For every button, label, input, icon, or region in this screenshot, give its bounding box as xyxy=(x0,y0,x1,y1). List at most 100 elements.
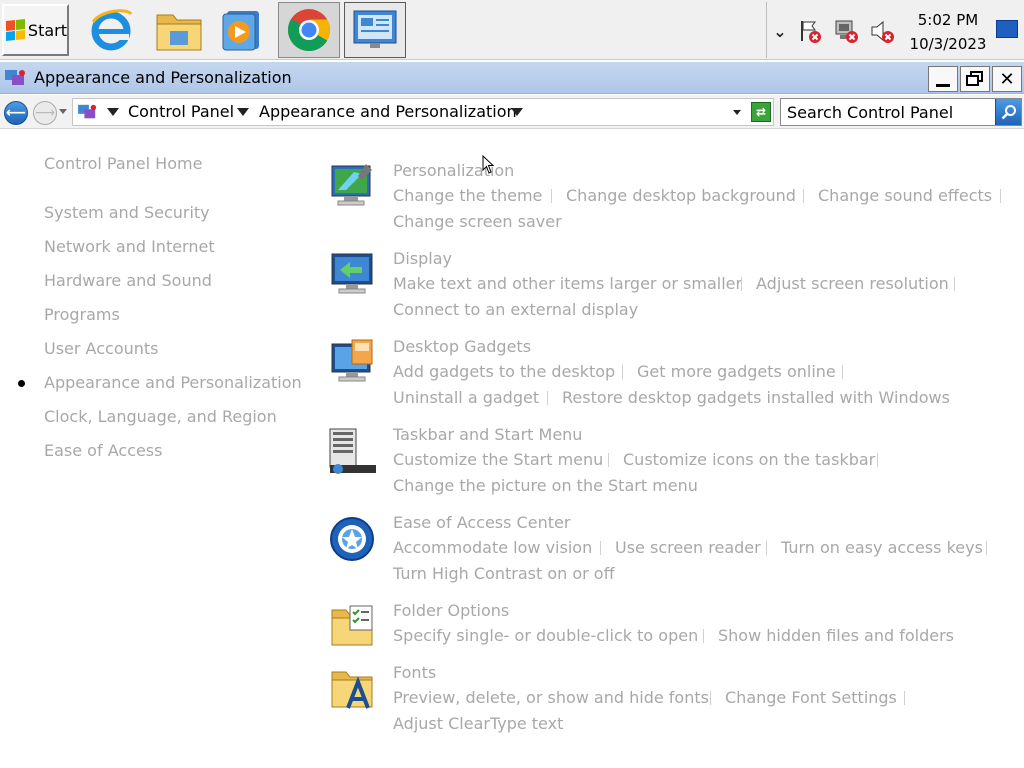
folder-icon xyxy=(156,14,202,51)
window-title-bar[interactable]: Appearance and Personalization ✕ xyxy=(0,62,1024,94)
link-separator xyxy=(710,691,711,705)
control-panel-taskbar-button[interactable] xyxy=(344,2,406,58)
show-hidden-icons-button[interactable]: ⌄ xyxy=(767,18,793,44)
link-restore-desktop-gadgets[interactable]: Restore desktop gadgets installed with W… xyxy=(562,388,950,407)
link-customize-start-menu[interactable]: Customize the Start menu xyxy=(393,450,603,469)
breadcrumb-control-panel[interactable]: Control Panel xyxy=(128,102,234,121)
link-single-or-double-click[interactable]: Specify single- or double-click to open xyxy=(393,626,698,645)
ease-of-access-center-title[interactable]: Ease of Access Center xyxy=(393,513,570,532)
link-change-start-menu-picture[interactable]: Change the picture on the Start menu xyxy=(393,476,698,495)
network-disconnected-icon xyxy=(835,20,858,43)
fonts-title[interactable]: Fonts xyxy=(393,663,436,682)
link-adjust-cleartype-text[interactable]: Adjust ClearType text xyxy=(393,714,563,733)
link-change-sound-effects[interactable]: Change sound effects xyxy=(818,186,992,205)
show-desktop-button[interactable] xyxy=(996,20,1018,38)
personalization-title[interactable]: Personalization xyxy=(393,161,514,180)
link-turn-on-easy-access-keys[interactable]: Turn on easy access keys xyxy=(781,538,983,557)
link-get-more-gadgets-online[interactable]: Get more gadgets online xyxy=(637,362,836,381)
nav-appearance-and-personalization[interactable]: Appearance and Personalization xyxy=(44,373,302,392)
nav-ease-of-access[interactable]: Ease of Access xyxy=(44,441,162,460)
breadcrumb-control-panel-arrow-icon[interactable] xyxy=(237,108,249,116)
search-button[interactable] xyxy=(995,99,1021,125)
restore-icon xyxy=(966,71,983,86)
forward-button[interactable]: ⟶ xyxy=(33,101,57,125)
minimize-icon xyxy=(936,83,950,87)
search-input[interactable] xyxy=(787,101,993,123)
link-accommodate-low-vision[interactable]: Accommodate low vision xyxy=(393,538,592,557)
chrome-taskbar-button[interactable] xyxy=(278,2,340,58)
link-separator xyxy=(803,189,804,203)
link-change-desktop-background[interactable]: Change desktop background xyxy=(566,186,796,205)
taskbar-clock[interactable]: 5:02 PM 10/3/2023 xyxy=(904,8,992,56)
chevron-down-icon: ⌄ xyxy=(773,21,787,41)
link-separator xyxy=(600,541,601,555)
link-customize-taskbar-icons[interactable]: Customize icons on the taskbar xyxy=(623,450,875,469)
link-change-screen-saver[interactable]: Change screen saver xyxy=(393,212,562,231)
breadcrumb-root-arrow-icon[interactable] xyxy=(107,108,119,116)
media-player-taskbar-button[interactable] xyxy=(210,2,272,58)
desktop-gadgets-title[interactable]: Desktop Gadgets xyxy=(393,337,531,356)
link-separator xyxy=(904,691,905,705)
link-separator xyxy=(766,541,767,555)
restore-button[interactable] xyxy=(960,66,990,92)
nav-programs[interactable]: Programs xyxy=(44,305,120,324)
link-preview-delete-show-hide-fonts[interactable]: Preview, delete, or show and hide fonts xyxy=(393,688,709,707)
link-separator xyxy=(1000,189,1001,203)
refresh-icon: ⇄ xyxy=(755,105,767,119)
personalization-icon xyxy=(331,164,372,206)
breadcrumb-current-arrow-icon[interactable] xyxy=(511,108,523,116)
start-button[interactable]: Start xyxy=(2,4,69,56)
back-arrow-icon: ⟵ xyxy=(5,105,27,121)
internet-explorer-icon xyxy=(91,9,133,51)
refresh-button[interactable]: ⇄ xyxy=(751,102,771,122)
taskbar-and-start-menu-title[interactable]: Taskbar and Start Menu xyxy=(393,425,582,444)
link-separator xyxy=(954,277,955,291)
link-show-hidden-files-and-folders[interactable]: Show hidden files and folders xyxy=(718,626,954,645)
nav-network-and-internet[interactable]: Network and Internet xyxy=(44,237,215,256)
link-separator xyxy=(986,541,987,555)
link-turn-high-contrast-on-or-off[interactable]: Turn High Contrast on or off xyxy=(393,564,615,583)
volume-tray-button[interactable] xyxy=(869,18,895,44)
close-icon: ✕ xyxy=(999,68,1015,90)
folder-options-title[interactable]: Folder Options xyxy=(393,601,509,620)
action-center-flag-icon xyxy=(801,21,821,43)
link-connect-external-display[interactable]: Connect to an external display xyxy=(393,300,638,319)
address-history-dropdown-icon[interactable] xyxy=(733,110,741,115)
clock-date: 10/3/2023 xyxy=(909,35,987,53)
display-title[interactable]: Display xyxy=(393,249,452,268)
close-button[interactable]: ✕ xyxy=(992,66,1022,92)
internet-explorer-taskbar-button[interactable] xyxy=(80,2,142,58)
mouse-cursor-icon xyxy=(482,155,494,174)
fonts-icon xyxy=(331,671,373,709)
link-add-gadgets[interactable]: Add gadgets to the desktop xyxy=(393,362,615,381)
nav-system-and-security[interactable]: System and Security xyxy=(44,203,210,222)
link-separator xyxy=(551,189,552,203)
nav-hardware-and-sound[interactable]: Hardware and Sound xyxy=(44,271,212,290)
link-separator xyxy=(622,365,623,379)
link-make-text-larger-or-smaller[interactable]: Make text and other items larger or smal… xyxy=(393,274,742,293)
forward-arrow-icon: ⟶ xyxy=(34,105,56,121)
start-label: Start xyxy=(27,20,67,40)
recent-pages-dropdown-icon[interactable] xyxy=(59,109,67,114)
clock-time: 5:02 PM xyxy=(917,11,979,29)
link-uninstall-a-gadget[interactable]: Uninstall a gadget xyxy=(393,388,539,407)
link-separator xyxy=(741,277,742,291)
link-change-the-theme[interactable]: Change the theme xyxy=(393,186,542,205)
nav-clock-language-and-region[interactable]: Clock, Language, and Region xyxy=(44,407,277,426)
link-adjust-screen-resolution[interactable]: Adjust screen resolution xyxy=(756,274,949,293)
minimize-button[interactable] xyxy=(928,66,958,92)
desktop-gadgets-icon xyxy=(331,339,373,382)
window-title: Appearance and Personalization xyxy=(34,68,292,87)
network-tray-button[interactable] xyxy=(833,18,859,44)
media-player-icon xyxy=(222,11,259,51)
file-explorer-taskbar-button[interactable] xyxy=(148,2,210,58)
breadcrumb-appearance-and-personalization[interactable]: Appearance and Personalization xyxy=(259,102,517,121)
action-center-tray-button[interactable] xyxy=(797,18,823,44)
back-button[interactable]: ⟵ xyxy=(4,101,28,125)
nav-control-panel-home[interactable]: Control Panel Home xyxy=(44,154,202,173)
windows-logo-icon xyxy=(6,19,25,41)
nav-user-accounts[interactable]: User Accounts xyxy=(44,339,159,358)
link-use-screen-reader[interactable]: Use screen reader xyxy=(615,538,761,557)
link-change-font-settings[interactable]: Change Font Settings xyxy=(725,688,897,707)
address-field[interactable]: Control Panel Appearance and Personaliza… xyxy=(72,98,774,126)
